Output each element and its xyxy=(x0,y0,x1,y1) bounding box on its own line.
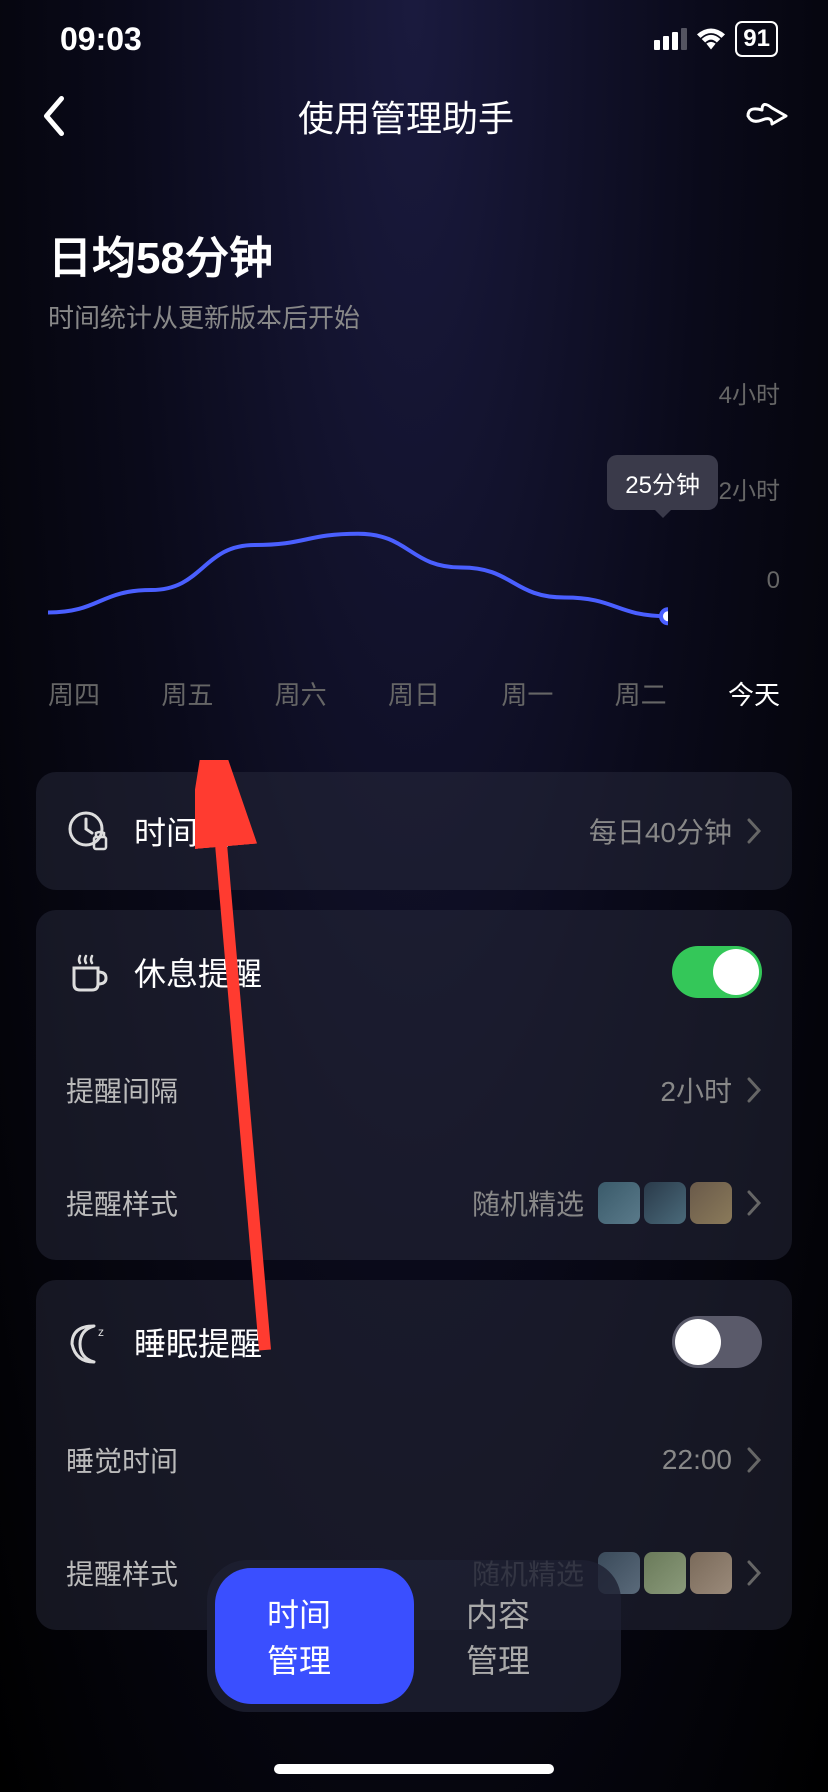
page-title: 使用管理助手 xyxy=(298,90,514,142)
battery-level: 91 xyxy=(735,21,778,57)
rest-style-thumbnails xyxy=(598,1182,732,1224)
status-icons: 91 xyxy=(654,21,778,57)
bottom-tab-bar: 时间管理 内容管理 xyxy=(207,1560,621,1712)
rest-reminder-row: 休息提醒 xyxy=(36,910,792,1034)
rest-style-label: 提醒样式 xyxy=(66,1183,472,1223)
tab-time-management[interactable]: 时间管理 xyxy=(215,1568,414,1704)
chart-tooltip: 25分钟 xyxy=(607,455,718,510)
sleep-time-value: 22:00 xyxy=(662,1444,732,1476)
time-lock-card: 时间锁 每日40分钟 xyxy=(36,772,792,890)
avg-time-title: 日均58分钟 xyxy=(48,222,780,286)
chevron-right-icon xyxy=(746,1447,762,1473)
chart-x-labels: 周四 周五 周六 周日 周一 周二 今天 xyxy=(0,655,828,752)
sleep-time-label: 睡觉时间 xyxy=(66,1440,662,1480)
avg-time-subtitle: 时间统计从更新版本后开始 xyxy=(48,298,780,335)
sleep-reminder-label: 睡眠提醒 xyxy=(134,1319,672,1365)
cellular-signal-icon xyxy=(654,28,687,50)
share-button[interactable] xyxy=(744,98,788,134)
time-lock-label: 时间锁 xyxy=(134,808,589,854)
status-time: 09:03 xyxy=(60,21,142,58)
moon-icon: z xyxy=(66,1320,110,1364)
coffee-icon xyxy=(66,950,110,994)
chevron-right-icon xyxy=(746,818,762,844)
rest-reminder-card: 休息提醒 提醒间隔 2小时 提醒样式 随机精选 xyxy=(36,910,792,1260)
chevron-right-icon xyxy=(746,1560,762,1586)
sleep-reminder-row: z 睡眠提醒 xyxy=(36,1280,792,1404)
rest-interval-label: 提醒间隔 xyxy=(66,1070,660,1110)
sleep-reminder-toggle[interactable] xyxy=(672,1316,762,1368)
chevron-right-icon xyxy=(746,1190,762,1216)
nav-bar: 使用管理助手 xyxy=(0,70,828,162)
tab-content-management[interactable]: 内容管理 xyxy=(414,1568,613,1704)
chart-line xyxy=(48,455,668,635)
back-button[interactable] xyxy=(40,96,68,136)
rest-reminder-label: 休息提醒 xyxy=(134,949,672,995)
time-lock-icon xyxy=(66,809,110,853)
rest-style-row[interactable]: 提醒样式 随机精选 xyxy=(36,1146,792,1260)
status-bar: 09:03 91 xyxy=(0,0,828,70)
stats-header: 日均58分钟 时间统计从更新版本后开始 xyxy=(0,162,828,355)
rest-interval-value: 2小时 xyxy=(660,1070,732,1110)
svg-text:z: z xyxy=(98,1325,104,1339)
usage-chart[interactable]: 4小时 2小时 0 25分钟 xyxy=(0,355,828,655)
chevron-right-icon xyxy=(746,1077,762,1103)
time-lock-value: 每日40分钟 xyxy=(589,811,732,851)
rest-interval-row[interactable]: 提醒间隔 2小时 xyxy=(36,1034,792,1146)
home-indicator[interactable] xyxy=(274,1764,554,1774)
sleep-time-row[interactable]: 睡觉时间 22:00 xyxy=(36,1404,792,1516)
rest-reminder-toggle[interactable] xyxy=(672,946,762,998)
rest-style-value: 随机精选 xyxy=(472,1183,584,1223)
chart-y-labels: 4小时 2小时 0 xyxy=(719,375,780,595)
wifi-icon xyxy=(697,28,725,50)
time-lock-row[interactable]: 时间锁 每日40分钟 xyxy=(36,772,792,890)
